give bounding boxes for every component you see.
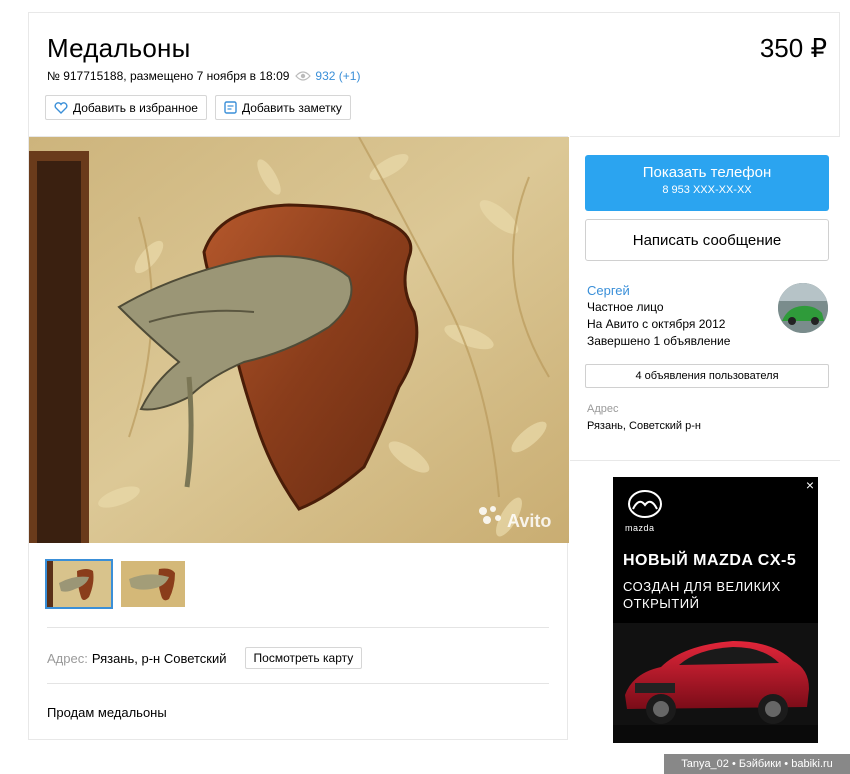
listing-description: Продам медальоны [47, 705, 167, 720]
user-ads-button[interactable]: 4 объявления пользователя [585, 364, 829, 388]
heart-icon [54, 101, 68, 114]
ad-brand: mazda [625, 523, 655, 533]
seller-since: На Авито с октября 2012 [587, 317, 726, 331]
views-count: 932 (+1) [315, 69, 361, 83]
listing-title: Медальоны [47, 33, 191, 63]
phone-masked: 8 953 XXX-XX-XX [662, 184, 752, 196]
show-phone-button[interactable]: Показать телефон 8 953 XXX-XX-XX [585, 155, 829, 211]
seller-type: Частное лицо [587, 300, 664, 314]
listing-header: Медальоны 350 ₽ № 917715188, размещено 7… [28, 12, 840, 136]
avatar-image [778, 283, 828, 333]
ad-headline: НОВЫЙ MAZDA CX-5 [623, 552, 797, 569]
car-image [613, 623, 818, 743]
listing-meta: № 917715188, размещено 7 ноября в 18:09 … [47, 69, 360, 83]
photo-thumbnails [45, 559, 185, 609]
seller-name[interactable]: Сергей [587, 282, 730, 299]
address-value: Рязань, р-н Советский [91, 650, 227, 666]
ad-subtitle: СОЗДАН ДЛЯ ВЕЛИКИХ ОТКРЫТИЙ [623, 579, 781, 611]
show-phone-label: Показать телефон [642, 164, 772, 181]
views-counter: 932 (+1) [295, 69, 360, 83]
address-label: Адрес: [47, 650, 88, 666]
mazda-ad-banner[interactable]: × mazda НОВЫЙ MAZDA CX-5 СОЗДАН ДЛЯ ВЕЛИ… [613, 477, 818, 743]
thumbnail-image [121, 561, 185, 607]
note-icon [224, 101, 237, 114]
divider [47, 683, 549, 684]
listing-photo[interactable]: Avito [29, 137, 569, 543]
thumbnail-2[interactable] [121, 561, 185, 607]
listing-body: Avito Адрес: Рязань, р-н Советский Посмо… [28, 136, 569, 740]
avatar[interactable] [778, 283, 828, 333]
divider [47, 627, 549, 628]
add-favorite-label: Добавить в избранное [73, 100, 198, 115]
thumbnail-1[interactable] [45, 559, 113, 609]
listing-price: 350 ₽ [759, 33, 827, 63]
view-map-button[interactable]: Посмотреть карту [244, 647, 363, 669]
seller-panel: Показать телефон 8 953 XXX-XX-XX Написат… [570, 136, 840, 461]
eye-icon [295, 71, 312, 81]
side-address-label: Адрес [587, 403, 619, 415]
source-watermark: Tanya_02 • Бэйбики • babiki.ru [664, 754, 850, 774]
thumbnail-image [47, 561, 111, 607]
side-address-value: Рязань, Советский р-н [587, 420, 701, 432]
listing-number-date: № 917715188, размещено 7 ноября в 18:09 [47, 69, 290, 83]
add-note-button[interactable]: Добавить заметку [214, 95, 351, 120]
write-message-button[interactable]: Написать сообщение [585, 219, 829, 261]
pike-head-trophy-image: Avito [29, 137, 569, 543]
add-note-label: Добавить заметку [241, 100, 342, 115]
address-row: Адрес: Рязань, р-н Советский Посмотреть … [47, 647, 363, 669]
close-icon[interactable]: × [806, 477, 814, 493]
seller-info: Сергей Частное лицо На Авито с октября 2… [587, 282, 730, 350]
mazda-logo [628, 490, 662, 518]
seller-completed: Завершено 1 объявление [587, 334, 731, 348]
photo-watermark: Avito [507, 511, 551, 531]
add-favorite-button[interactable]: Добавить в избранное [45, 95, 207, 120]
